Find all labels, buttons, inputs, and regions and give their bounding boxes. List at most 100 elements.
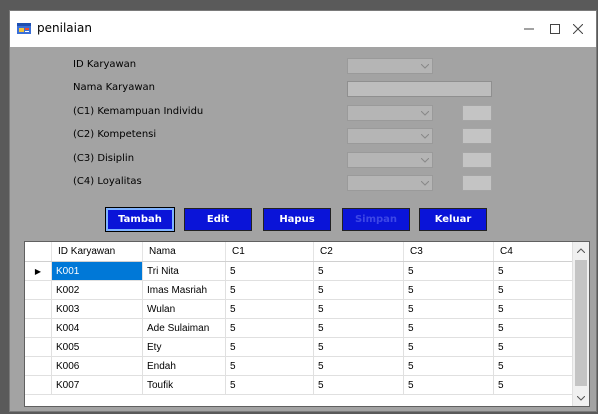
cell-c2[interactable]: 5 xyxy=(313,261,404,281)
cell-id-karyawan[interactable]: K005 xyxy=(51,337,143,357)
cell-c1[interactable]: 5 xyxy=(225,318,314,338)
cell-c1[interactable]: 5 xyxy=(225,261,314,281)
cell-c3[interactable]: 5 xyxy=(403,337,494,357)
chevron-down-icon[interactable] xyxy=(417,59,432,73)
cell-nama[interactable]: Wulan xyxy=(142,299,226,319)
row-header[interactable] xyxy=(25,280,52,300)
label-id-karyawan: ID Karyawan xyxy=(73,59,137,70)
table-row[interactable]: K007 Toufik 5 5 5 5 xyxy=(25,375,581,395)
cell-c3[interactable]: 5 xyxy=(403,356,494,376)
column-header-c3[interactable]: C3 xyxy=(403,242,494,262)
cell-c3[interactable]: 5 xyxy=(403,280,494,300)
title-bar[interactable]: penilaian xyxy=(10,11,596,47)
cell-nama[interactable]: Imas Masriah xyxy=(142,280,226,300)
cell-c4[interactable]: 5 xyxy=(493,280,581,300)
label-nama-karyawan: Nama Karyawan xyxy=(73,82,155,93)
row-header[interactable] xyxy=(25,299,52,319)
table-row[interactable]: ▶ K001 Tri Nita 5 5 5 5 xyxy=(25,261,581,281)
edit-button[interactable]: Edit xyxy=(184,208,252,231)
vertical-scrollbar[interactable] xyxy=(572,242,589,406)
cell-c2[interactable]: 5 xyxy=(313,356,404,376)
c2-score-textbox[interactable] xyxy=(462,128,492,144)
c3-score-textbox[interactable] xyxy=(462,152,492,168)
column-header-c4[interactable]: C4 xyxy=(493,242,581,262)
cell-id-karyawan[interactable]: K007 xyxy=(51,375,143,395)
c1-score-textbox[interactable] xyxy=(462,105,492,121)
row-header[interactable] xyxy=(25,337,52,357)
scrollbar-thumb[interactable] xyxy=(575,260,587,386)
cell-c1[interactable]: 5 xyxy=(225,356,314,376)
cell-c4[interactable]: 5 xyxy=(493,356,581,376)
hapus-button[interactable]: Hapus xyxy=(263,208,331,231)
c1-combobox[interactable] xyxy=(347,105,433,121)
chevron-down-icon[interactable] xyxy=(417,153,432,167)
row-pointer-icon[interactable]: ▶ xyxy=(25,261,52,281)
penilaian-datagrid[interactable]: ID Karyawan Nama C1 C2 C3 C4 ▶ K001 Tri … xyxy=(24,241,590,407)
chevron-down-icon[interactable] xyxy=(417,176,432,190)
row-header[interactable] xyxy=(25,356,52,376)
id-karyawan-combobox[interactable] xyxy=(347,58,433,74)
column-header-id-karyawan[interactable]: ID Karyawan xyxy=(51,242,143,262)
cell-id-karyawan[interactable]: K004 xyxy=(51,318,143,338)
cell-nama[interactable]: Endah xyxy=(142,356,226,376)
cell-c3[interactable]: 5 xyxy=(403,261,494,281)
cell-c3[interactable]: 5 xyxy=(403,375,494,395)
keluar-button[interactable]: Keluar xyxy=(419,208,487,231)
cell-c3[interactable]: 5 xyxy=(403,318,494,338)
chevron-down-icon[interactable] xyxy=(417,129,432,143)
table-row[interactable]: K005 Ety 5 5 5 5 xyxy=(25,337,581,357)
cell-id-karyawan[interactable]: K001 xyxy=(51,261,143,281)
label-c2-kompetensi: (C2) Kompetensi xyxy=(73,129,157,140)
simpan-button[interactable]: Simpan xyxy=(342,208,410,231)
table-row[interactable]: K004 Ade Sulaiman 5 5 5 5 xyxy=(25,318,581,338)
cell-c1[interactable]: 5 xyxy=(225,280,314,300)
cell-c2[interactable]: 5 xyxy=(313,337,404,357)
row-header[interactable] xyxy=(25,318,52,338)
close-icon xyxy=(573,24,583,34)
label-c3-disiplin: (C3) Disiplin xyxy=(73,153,135,164)
cell-id-karyawan[interactable]: K006 xyxy=(51,356,143,376)
cell-nama[interactable]: Ety xyxy=(142,337,226,357)
cell-nama[interactable]: Ade Sulaiman xyxy=(142,318,226,338)
cell-nama[interactable]: Tri Nita xyxy=(142,261,226,281)
row-header-corner xyxy=(25,242,52,262)
cell-c4[interactable]: 5 xyxy=(493,261,581,281)
cell-id-karyawan[interactable]: K003 xyxy=(51,299,143,319)
row-header[interactable] xyxy=(25,375,52,395)
cell-c3[interactable]: 5 xyxy=(403,299,494,319)
table-row[interactable]: K003 Wulan 5 5 5 5 xyxy=(25,299,581,319)
column-header-c2[interactable]: C2 xyxy=(313,242,404,262)
cell-c1[interactable]: 5 xyxy=(225,299,314,319)
chevron-down-icon[interactable] xyxy=(417,106,432,120)
column-header-nama[interactable]: Nama xyxy=(142,242,226,262)
c4-combobox[interactable] xyxy=(347,175,433,191)
c3-combobox[interactable] xyxy=(347,152,433,168)
cell-c4[interactable]: 5 xyxy=(493,337,581,357)
column-header-c1[interactable]: C1 xyxy=(225,242,314,262)
table-row[interactable]: K006 Endah 5 5 5 5 xyxy=(25,356,581,376)
cell-c4[interactable]: 5 xyxy=(493,318,581,338)
cell-id-karyawan[interactable]: K002 xyxy=(51,280,143,300)
cell-c2[interactable]: 5 xyxy=(313,375,404,395)
form-app-icon xyxy=(17,23,31,34)
cell-c2[interactable]: 5 xyxy=(313,299,404,319)
cell-c2[interactable]: 5 xyxy=(313,280,404,300)
cell-nama[interactable]: Toufik xyxy=(142,375,226,395)
cell-c1[interactable]: 5 xyxy=(225,337,314,357)
table-row[interactable]: K002 Imas Masriah 5 5 5 5 xyxy=(25,280,581,300)
cell-c4[interactable]: 5 xyxy=(493,375,581,395)
nama-karyawan-textbox[interactable] xyxy=(347,81,492,97)
c2-combobox[interactable] xyxy=(347,128,433,144)
datagrid-table: ID Karyawan Nama C1 C2 C3 C4 ▶ K001 Tri … xyxy=(25,242,581,395)
cell-c1[interactable]: 5 xyxy=(225,375,314,395)
c4-score-textbox[interactable] xyxy=(462,175,492,191)
tambah-button[interactable]: Tambah xyxy=(105,207,175,232)
cell-c2[interactable]: 5 xyxy=(313,318,404,338)
cell-c4[interactable]: 5 xyxy=(493,299,581,319)
chevron-up-icon[interactable] xyxy=(573,242,589,258)
window-title: penilaian xyxy=(37,21,92,35)
penilaian-window: penilaian ID Karyawan Nama Karyawan (C1)… xyxy=(9,10,597,412)
close-button[interactable] xyxy=(558,11,598,47)
datagrid-header-row: ID Karyawan Nama C1 C2 C3 C4 xyxy=(25,242,581,262)
chevron-down-icon[interactable] xyxy=(573,390,589,406)
